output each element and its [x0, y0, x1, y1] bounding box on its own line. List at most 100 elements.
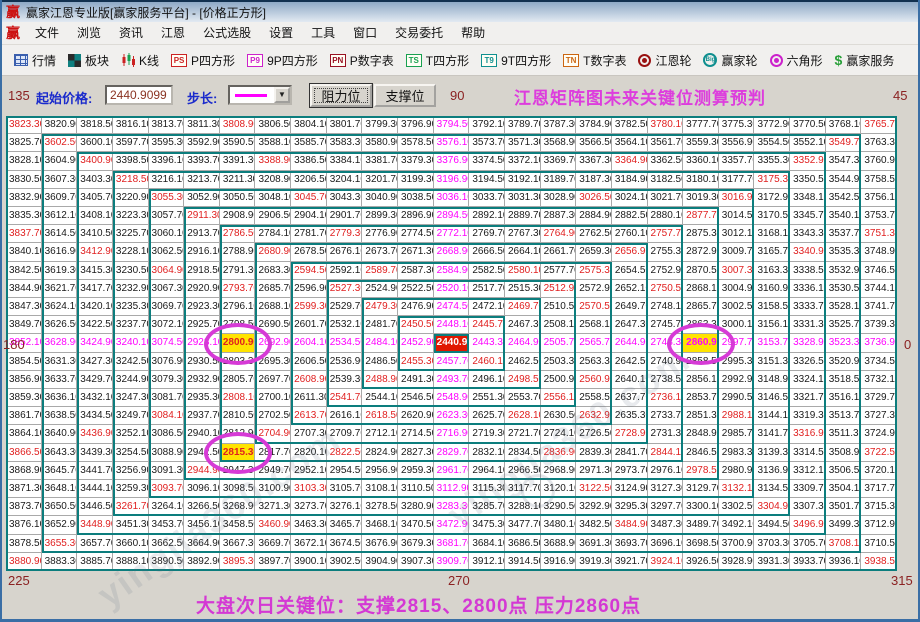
matrix-cell: 3748.90	[861, 243, 897, 262]
matrix-cell: 2937.70	[184, 407, 220, 426]
matrix-cell: 3554.50	[754, 134, 791, 153]
toolbar-item-service[interactable]: $ 赢家服务	[829, 49, 901, 72]
matrix-cell: 3268.90	[219, 498, 256, 517]
matrix-cell: 2587.30	[398, 261, 434, 280]
menu-item-设置[interactable]: 设置	[260, 23, 302, 43]
matrix-cell: 3048.10	[255, 188, 292, 207]
matrix-cell: 2584.90	[433, 261, 470, 280]
matrix-cell: 2868.10	[683, 279, 719, 298]
matrix-cell: 3880.90	[6, 552, 42, 571]
menu-item-文件[interactable]: 文件	[26, 23, 68, 43]
support-button[interactable]: 支撑位	[374, 84, 436, 107]
matrix-cell: 3105.70	[326, 480, 363, 499]
matrix-cell: 3292.90	[576, 498, 612, 517]
matrix-cell: 3736.90	[861, 334, 897, 353]
matrix-cell: 3100.90	[255, 480, 292, 499]
matrix-cell: 3300.10	[683, 498, 719, 517]
matrix-cell: 2820.10	[291, 443, 327, 462]
matrix-cell: 3316.90	[790, 425, 826, 444]
menu-item-帮助[interactable]: 帮助	[452, 23, 494, 43]
matrix-cell: 3045.70	[291, 188, 327, 207]
matrix-cell: 3732.10	[861, 370, 897, 389]
matrix-cell: 2800.90	[219, 334, 256, 353]
matrix-cell: 2673.70	[362, 243, 399, 262]
matrix-cell: 3415.30	[77, 261, 113, 280]
toolbar-item-p-table[interactable]: PN P数字表	[324, 49, 400, 72]
matrix-cell: 3393.70	[184, 152, 220, 171]
matrix-cell: 2565.70	[576, 334, 612, 353]
matrix-cell: 3458.50	[219, 516, 256, 535]
toolbar-item-sectors[interactable]: 板块	[62, 49, 115, 72]
start-price-input[interactable]	[105, 85, 173, 105]
matrix-cell: 3746.50	[861, 261, 897, 280]
matrix-cell: 2954.50	[326, 461, 363, 480]
matrix-cell: 2877.70	[683, 207, 719, 226]
resistance-button[interactable]: 阻力位	[310, 84, 372, 107]
toolbar-item-9p-square[interactable]: P9 9P四方形	[241, 49, 324, 72]
matrix-cell: 2935.30	[184, 389, 220, 408]
matrix-cell: 3772.90	[754, 116, 791, 135]
matrix-cell: 2503.30	[540, 352, 577, 371]
matrix-cell: 2534.50	[326, 334, 363, 353]
matrix-cell: 2707.30	[291, 425, 327, 444]
menu-item-江恩[interactable]: 江恩	[152, 23, 194, 43]
menu-item-窗口[interactable]: 窗口	[344, 23, 386, 43]
toolbar-item-gann-wheel[interactable]: 江恩轮	[632, 49, 697, 72]
matrix-cell: 2469.70	[504, 298, 541, 317]
matrix-cell: 2532.10	[326, 316, 363, 335]
matrix-cell: 2508.10	[540, 316, 577, 335]
matrix-cell: 3720.10	[861, 461, 897, 480]
matrix-cell: 2625.70	[469, 407, 505, 426]
matrix-cell: 3213.70	[184, 170, 220, 189]
toolbar-item-9t-square[interactable]: T9 9T四方形	[475, 49, 557, 72]
menu-item-公式选股[interactable]: 公式选股	[194, 23, 260, 43]
toolbar-item-winner-wheel[interactable]: Big 赢家轮	[697, 49, 763, 72]
window-titlebar[interactable]: 赢 赢家江恩专业版[赢家服务平台] - [价格正方形]	[0, 0, 920, 22]
menu-item-资讯[interactable]: 资讯	[110, 23, 152, 43]
matrix-cell: 2995.30	[718, 352, 755, 371]
matrix-cell: 2527.30	[326, 279, 363, 298]
matrix-cell: 3424.90	[77, 334, 113, 353]
toolbar-item-t-square[interactable]: TS T四方形	[400, 49, 475, 72]
matrix-cell: 2916.10	[184, 243, 220, 262]
matrix-cell: 3576.10	[433, 134, 470, 153]
matrix-cell: 2666.50	[469, 243, 505, 262]
matrix-cell: 3076.90	[148, 352, 185, 371]
toolbar-item-quotes[interactable]: 行情	[8, 49, 62, 72]
matrix-cell: 3062.50	[148, 243, 185, 262]
matrix-cell: 2539.30	[326, 370, 363, 389]
matrix-cell: 3612.10	[41, 207, 78, 226]
matrix-cell: 3621.70	[41, 279, 78, 298]
matrix-cell: 3868.90	[6, 461, 42, 480]
toolbar-item-hexagon[interactable]: 六角形	[764, 49, 829, 72]
matrix-cell: 3708.10	[825, 534, 862, 553]
chevron-down-icon[interactable]: ▼	[274, 87, 290, 103]
matrix-cell: 3343.30	[790, 225, 826, 244]
toolbar-item-label: 板块	[85, 53, 110, 68]
matrix-cell: 3904.90	[362, 552, 399, 571]
menu-item-工具[interactable]: 工具	[302, 23, 344, 43]
matrix-cell: 2517.70	[469, 279, 505, 298]
matrix-cell: 2889.70	[504, 207, 541, 226]
toolbar-item-kline[interactable]: K线	[115, 49, 165, 72]
matrix-cell: 2690.50	[255, 316, 292, 335]
control-row: 135 起始价格: 步长: ▼ 阻力位 支撑位 90 江恩矩阵图未来关键位测算预…	[0, 76, 920, 115]
matrix-cell: 3883.30	[41, 552, 78, 571]
matrix-cell: 2481.70	[362, 316, 399, 335]
matrix-cell: 2599.30	[291, 298, 327, 317]
matrix-cell: 3223.30	[112, 207, 149, 226]
matrix-cell: 3727.30	[861, 407, 897, 426]
toolbar-item-t-table[interactable]: TN T数字表	[557, 49, 632, 72]
toolbar-item-p-square[interactable]: PS P四方形	[165, 49, 241, 72]
matrix-cell: 2452.90	[398, 334, 434, 353]
matrix-cell: 3597.70	[112, 134, 149, 153]
matrix-cell: 3417.70	[77, 279, 113, 298]
p9-box-icon: P9	[247, 53, 264, 67]
menu-item-浏览[interactable]: 浏览	[68, 23, 110, 43]
matrix-cell: 2486.50	[362, 352, 399, 371]
step-dropdown[interactable]: ▼	[228, 85, 292, 105]
menu-item-交易委托[interactable]: 交易委托	[386, 23, 452, 43]
matrix-cell: 2724.10	[540, 425, 577, 444]
matrix-cell: 3060.10	[148, 225, 185, 244]
matrix-cell: 3640.90	[41, 425, 78, 444]
